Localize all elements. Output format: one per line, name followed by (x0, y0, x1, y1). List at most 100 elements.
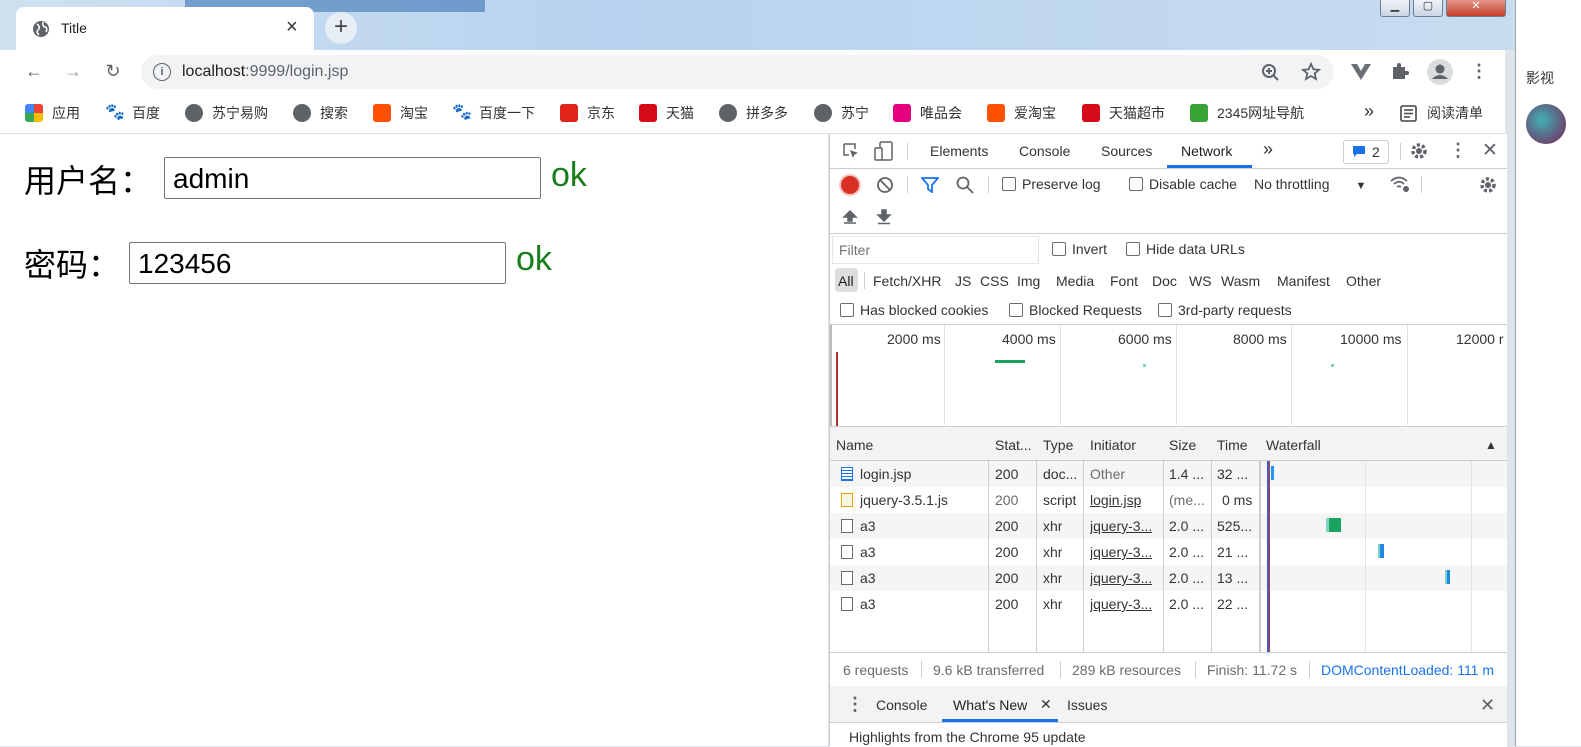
request-initiator[interactable]: jquery-3... (1090, 544, 1152, 560)
bookmark-10[interactable]: 唯品会 (893, 103, 962, 123)
tab-close-icon[interactable]: × (286, 16, 298, 39)
bookmark-5[interactable]: 🐾 百度一下 (452, 103, 535, 123)
bookmark-11[interactable]: 爱淘宝 (987, 103, 1056, 123)
bookmark-4[interactable]: 淘宝 (373, 103, 428, 123)
extension-v-icon[interactable] (1350, 63, 1372, 81)
table-row[interactable]: a3 200 xhr jquery-3... 2.0 ... 21 ... (830, 539, 1507, 565)
more-tabs-icon[interactable]: » (1263, 139, 1273, 160)
filter-type-css[interactable]: CSS (980, 273, 1009, 289)
column-status[interactable]: Stat... (995, 437, 1032, 453)
site-info-icon[interactable]: i (153, 63, 171, 81)
table-row[interactable]: a3 200 xhr jquery-3... 2.0 ... 525... (830, 513, 1507, 539)
filter-type-manifest[interactable]: Manifest (1277, 273, 1330, 289)
request-initiator[interactable]: jquery-3... (1090, 570, 1152, 586)
export-har-icon[interactable] (876, 209, 892, 225)
bookmark-6[interactable]: 京东 (560, 103, 615, 123)
minimize-button[interactable]: ▁ (1380, 0, 1410, 17)
filter-type-other[interactable]: Other (1346, 273, 1381, 289)
tab-network[interactable]: Network (1181, 143, 1232, 159)
bookmark-star-icon[interactable] (1301, 62, 1321, 82)
address-bar[interactable]: i localhost:9999/login.jsp (141, 55, 1334, 89)
url-text[interactable]: localhost:9999/login.jsp (182, 63, 348, 81)
drawer-close-icon[interactable]: ✕ (1480, 695, 1495, 716)
filter-type-font[interactable]: Font (1110, 273, 1138, 289)
new-tab-button[interactable]: + (325, 12, 357, 44)
search-icon[interactable] (956, 176, 974, 194)
bookmark-13[interactable]: 2345网址导航 (1190, 103, 1304, 123)
column-size[interactable]: Size (1169, 437, 1196, 453)
reading-list-button[interactable]: 阅读清单 (1400, 103, 1483, 123)
request-initiator[interactable]: jquery-3... (1090, 596, 1152, 612)
invert-checkbox[interactable]: Invert (1052, 241, 1107, 257)
bookmark-7[interactable]: 天猫 (639, 103, 694, 123)
import-har-icon[interactable] (842, 209, 858, 225)
tab-sources[interactable]: Sources (1101, 143, 1152, 159)
devtools-close-icon[interactable]: ✕ (1482, 139, 1498, 162)
device-toolbar-icon[interactable] (874, 141, 894, 161)
timeline-overview[interactable]: 2000 ms 4000 ms 6000 ms 8000 ms 10000 ms… (830, 325, 1507, 427)
extensions-puzzle-icon[interactable] (1390, 61, 1410, 81)
filter-type-doc[interactable]: Doc (1152, 273, 1177, 289)
throttling-select[interactable]: No throttling ▼ (1254, 176, 1366, 192)
network-settings-icon[interactable] (1478, 175, 1498, 195)
column-waterfall[interactable]: Waterfall (1266, 437, 1321, 453)
table-row[interactable]: jquery-3.5.1.js 200 script login.jsp (me... 0… (830, 487, 1507, 513)
filter-type-media[interactable]: Media (1056, 273, 1094, 289)
table-row[interactable]: a3 200 xhr jquery-3... 2.0 ... 22 ... (830, 591, 1507, 617)
reload-icon[interactable]: ↻ (102, 60, 124, 82)
bookmark-12[interactable]: 天猫超市 (1082, 103, 1165, 123)
column-time[interactable]: Time (1217, 437, 1248, 453)
blocked-requests-checkbox[interactable]: Blocked Requests (1009, 302, 1142, 318)
maximize-button[interactable]: ▢ (1413, 0, 1443, 17)
drawer-menu-icon[interactable]: ⋮ (846, 694, 864, 715)
bookmarks-more-icon[interactable]: » (1364, 101, 1374, 122)
request-initiator[interactable]: jquery-3... (1090, 518, 1152, 534)
tab-elements[interactable]: Elements (930, 143, 988, 159)
clear-icon[interactable] (876, 176, 894, 194)
table-row[interactable]: a3 200 xhr jquery-3... 2.0 ... 13 ... (830, 565, 1507, 591)
third-party-checkbox[interactable]: 3rd-party requests (1158, 302, 1292, 318)
table-row[interactable]: login.jsp 200 doc... Other 1.4 ... 32 ... (830, 461, 1507, 487)
column-initiator[interactable]: Initiator (1090, 437, 1136, 453)
column-type[interactable]: Type (1043, 437, 1073, 453)
settings-gear-icon[interactable] (1409, 141, 1429, 161)
filter-type-fetch[interactable]: Fetch/XHR (873, 273, 941, 289)
back-icon[interactable]: ← (23, 60, 45, 82)
drawer-tab-close-icon[interactable]: ✕ (1040, 696, 1052, 713)
drawer-tab-issues[interactable]: Issues (1067, 697, 1107, 713)
bookmark-1[interactable]: 🐾 百度 (105, 103, 160, 123)
zoom-icon[interactable] (1261, 63, 1280, 82)
window-close-button[interactable]: ✕ (1446, 0, 1506, 17)
column-name[interactable]: Name (836, 437, 873, 453)
preserve-log-checkbox[interactable]: Preserve log (1002, 176, 1101, 192)
filter-input[interactable]: Filter (832, 236, 1039, 264)
inspect-element-icon[interactable] (842, 142, 860, 160)
bookmark-3[interactable]: 搜索 (293, 103, 348, 123)
record-icon[interactable] (841, 176, 859, 194)
bookmark-0[interactable]: 应用 (25, 103, 80, 123)
browser-tab[interactable]: Title × (16, 7, 314, 50)
bookmark-9[interactable]: 苏宁 (814, 103, 869, 123)
username-input[interactable]: admin (164, 157, 541, 199)
menu-kebab-icon[interactable]: ⋮ (1468, 60, 1490, 82)
profile-avatar-icon[interactable] (1427, 59, 1453, 85)
request-initiator[interactable]: login.jsp (1090, 492, 1141, 508)
drawer-tab-whats-new[interactable]: What's New (953, 697, 1027, 713)
blocked-cookies-checkbox[interactable]: Has blocked cookies (840, 302, 988, 318)
password-input[interactable]: 123456 (129, 242, 506, 284)
disable-cache-checkbox[interactable]: Disable cache (1129, 176, 1237, 192)
devtools-menu-icon[interactable]: ⋮ (1449, 140, 1467, 161)
network-conditions-icon[interactable] (1389, 175, 1411, 193)
filter-type-ws[interactable]: WS (1189, 273, 1212, 289)
bookmark-8[interactable]: 拼多多 (719, 103, 788, 123)
sort-up-icon[interactable]: ▲ (1485, 438, 1497, 452)
drawer-tab-console[interactable]: Console (876, 697, 927, 713)
filter-type-img[interactable]: Img (1017, 273, 1040, 289)
forward-icon[interactable]: → (62, 60, 84, 82)
bookmark-2[interactable]: 苏宁易购 (185, 103, 268, 123)
filter-icon[interactable] (921, 177, 939, 193)
filter-type-wasm[interactable]: Wasm (1221, 273, 1260, 289)
hide-data-urls-checkbox[interactable]: Hide data URLs (1126, 241, 1245, 257)
filter-type-js[interactable]: JS (955, 273, 971, 289)
filter-type-all[interactable]: All (838, 273, 854, 289)
